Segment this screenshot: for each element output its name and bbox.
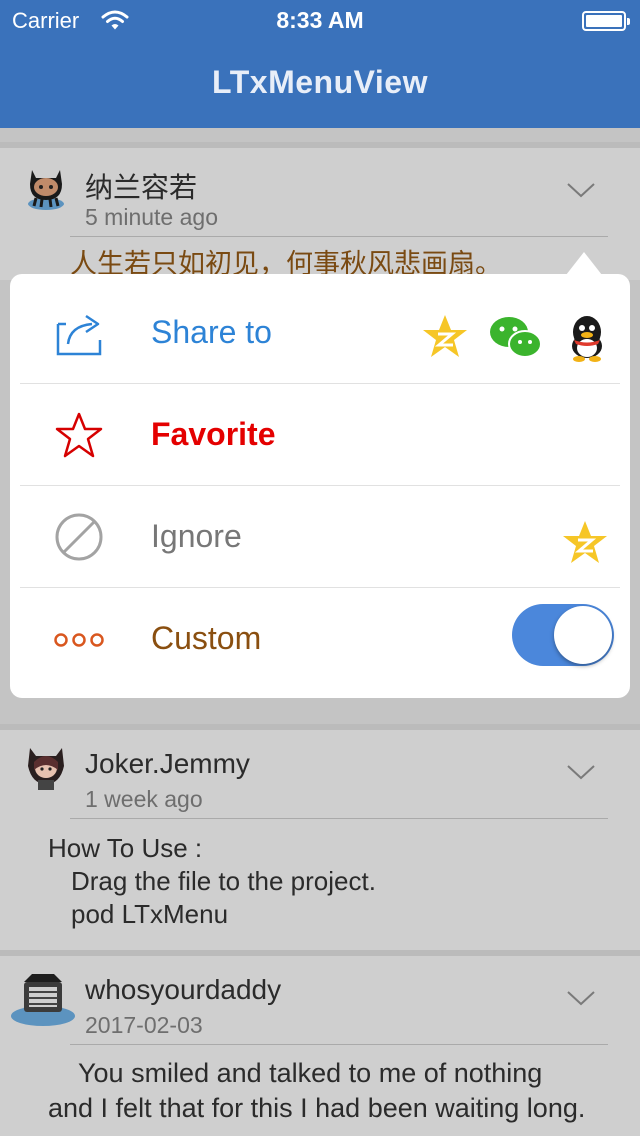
post-content: How To Use : Drag the file to the projec…: [48, 832, 376, 931]
menu-item-custom[interactable]: Custom: [10, 588, 630, 690]
share-icon: [56, 314, 102, 356]
wechat-icon[interactable]: [488, 312, 544, 362]
menu-item-label: Share to: [151, 314, 272, 350]
menu-item-ignore[interactable]: Ignore: [10, 486, 630, 588]
card-divider: [70, 236, 608, 237]
custom-toggle-switch[interactable]: [512, 604, 614, 666]
user-name[interactable]: Joker.Jemmy: [85, 748, 250, 780]
post-content-line: You smiled and talked to me of nothing: [78, 1058, 543, 1088]
user-name[interactable]: 纳兰容若: [85, 166, 197, 206]
post-time: 2017-02-03: [85, 1012, 203, 1038]
ignore-icon: [55, 513, 103, 561]
feed-card[interactable]: 纳兰容若 5 minute ago 人生若只如初见，何事秋风悲画扇。: [0, 142, 640, 280]
status-time: 8:33 AM: [276, 7, 364, 33]
chevron-down-icon[interactable]: [566, 762, 596, 782]
menu-item-favorite[interactable]: Favorite: [10, 384, 630, 486]
status-bar: Carrier 8:33 AM: [0, 0, 640, 40]
star-icon: [55, 412, 103, 458]
post-time: 5 minute ago: [85, 204, 218, 230]
feed-card[interactable]: Joker.Jemmy 1 week ago How To Use : Drag…: [0, 724, 640, 950]
menu-item-label: Custom: [151, 620, 262, 656]
qzone-icon[interactable]: [560, 518, 610, 568]
feed-card[interactable]: whosyourdaddy 2017-02-03 You smiled and …: [0, 950, 640, 1136]
post-content-line: How To Use :: [48, 833, 203, 863]
page-title: LTxMenuView: [212, 64, 428, 100]
post-content-line: Drag the file to the project.: [71, 866, 376, 896]
post-content: You smiled and talked to me of nothing a…: [48, 1056, 638, 1126]
avatar[interactable]: [20, 160, 72, 212]
avatar[interactable]: [20, 740, 72, 792]
qq-icon[interactable]: [562, 312, 612, 362]
toggle-knob[interactable]: [554, 606, 612, 664]
battery-icon: [582, 11, 630, 31]
chevron-down-icon[interactable]: [566, 988, 596, 1008]
popup-menu: Share to Favorite Ignore Custom: [10, 274, 630, 698]
menu-item-label: Ignore: [151, 518, 242, 554]
card-divider: [70, 818, 608, 819]
post-time: 1 week ago: [85, 786, 203, 812]
card-divider: [70, 1044, 608, 1045]
post-content-line: and I felt that for this I had been wait…: [48, 1093, 586, 1123]
post-content-line: pod LTxMenu: [71, 899, 229, 929]
qzone-icon[interactable]: [420, 312, 470, 362]
user-name[interactable]: whosyourdaddy: [85, 974, 281, 1006]
more-dots-icon: [54, 633, 104, 647]
avatar[interactable]: [8, 968, 78, 1028]
chevron-down-icon[interactable]: [566, 180, 596, 200]
navigation-bar: Carrier 8:33 AM LTxMenuView: [0, 0, 640, 128]
menu-pointer: [566, 252, 602, 275]
menu-item-share[interactable]: Share to: [10, 282, 630, 384]
menu-item-label: Favorite: [151, 416, 276, 452]
